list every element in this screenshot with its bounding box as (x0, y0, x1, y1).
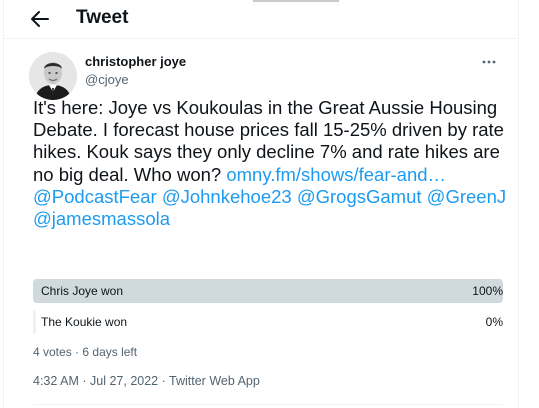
author-handle[interactable]: @cjoye (85, 72, 129, 87)
poll-option-percent: 0% (485, 315, 503, 329)
tweet-date[interactable]: Jul 27, 2022 (90, 374, 158, 388)
poll-option-percent: 100% (472, 284, 503, 298)
poll-bar (33, 310, 36, 334)
tweet-mention[interactable]: @Johnkehoe23 (162, 186, 292, 207)
more-horizontal-icon (482, 60, 496, 64)
bottom-divider (33, 404, 503, 405)
tweet-page: Tweet christopher joye @cjoye It's here:… (0, 0, 539, 408)
tweet-source[interactable]: Twitter Web App (169, 374, 260, 388)
poll-meta: 4 votes · 6 days left (33, 345, 137, 359)
poll-option: The Koukie won 0% (33, 310, 503, 334)
tweet-mention[interactable]: @GreenJ (427, 186, 506, 207)
separator: · (161, 374, 166, 388)
avatar[interactable] (29, 52, 77, 100)
column-border-right (518, 0, 519, 408)
poll: Chris Joye won 100% The Koukie won 0% (33, 279, 503, 341)
more-button[interactable] (482, 52, 496, 68)
top-strip (253, 0, 339, 2)
tweet-mention[interactable]: @jamesmassola (33, 208, 170, 229)
tweet-time[interactable]: 4:32 AM (33, 374, 79, 388)
tweet-link-url[interactable]: omny.fm/shows/fear-and… (226, 164, 446, 185)
tweet-mention[interactable]: @PodcastFear (33, 186, 157, 207)
tweet-text: It's here: Joye vs Koukoulas in the Grea… (33, 97, 511, 230)
back-button[interactable] (28, 8, 52, 30)
tweet-mention[interactable]: @GrogsGamut (297, 186, 422, 207)
poll-time-left: 6 days left (82, 345, 138, 359)
separator: · (82, 374, 87, 388)
page-title: Tweet (76, 7, 129, 28)
arrow-left-icon (31, 11, 49, 27)
header-divider (4, 38, 518, 39)
poll-option-label: Chris Joye won (41, 284, 124, 298)
profile-photo (29, 52, 77, 100)
column-border-left (3, 0, 4, 408)
poll-votes: 4 votes (33, 345, 72, 359)
separator: · (75, 345, 80, 359)
tweet-timestamp: 4:32 AM · Jul 27, 2022 · Twitter Web App (33, 374, 260, 388)
poll-option-label: The Koukie won (41, 315, 128, 329)
author-name[interactable]: christopher joye (85, 54, 186, 69)
poll-option: Chris Joye won 100% (33, 279, 503, 303)
